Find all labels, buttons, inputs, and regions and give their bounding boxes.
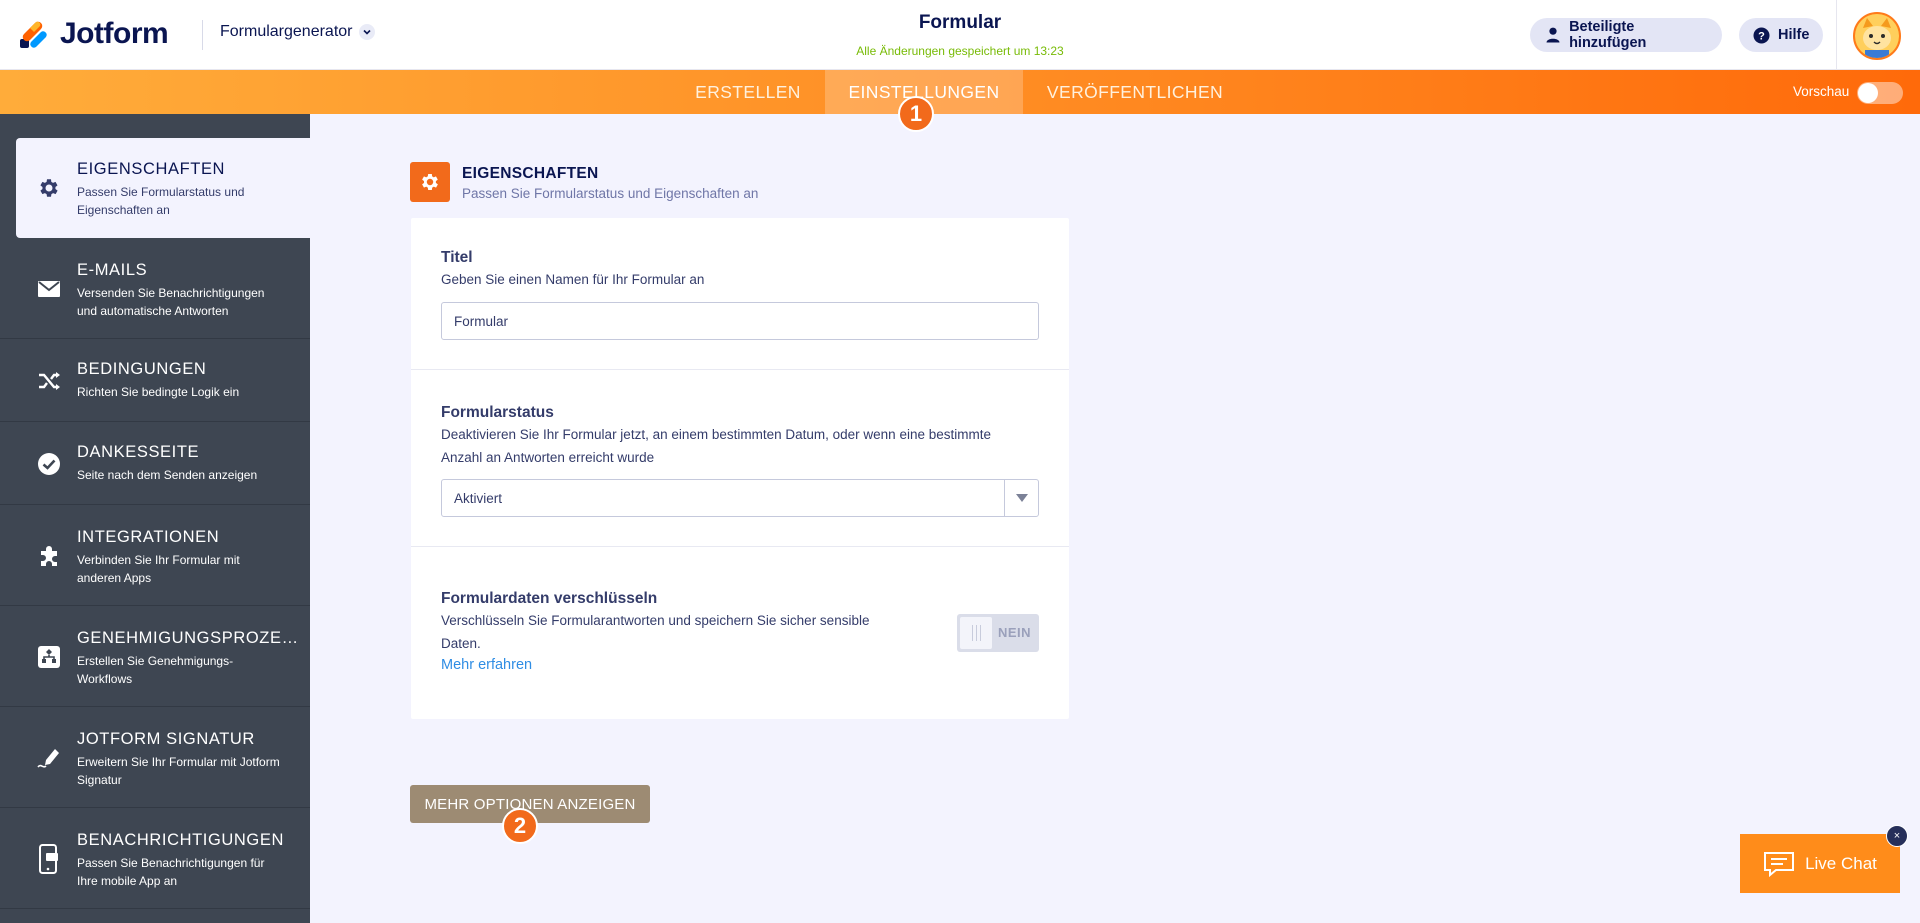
sidebar-item-title: INTEGRATIONEN [77, 528, 220, 546]
form-status-select[interactable]: Aktiviert [441, 479, 1039, 517]
sidebar-item-desc: Erstellen Sie Genehmigungs-Workflows [77, 654, 234, 686]
section-title: EIGENSCHAFTEN [462, 165, 599, 182]
settings-card: Titel Geben Sie einen Namen für Ihr Form… [411, 218, 1069, 719]
annotation-badge-1: 1 [898, 96, 934, 132]
signature-pen-icon [36, 745, 62, 771]
sidebar-item-thank-you[interactable]: DANKESSEITE Seite nach dem Senden anzeig… [0, 423, 310, 505]
add-collaborators-button[interactable]: Beteiligte hinzufügen [1530, 18, 1722, 52]
avatar-divider [1836, 0, 1837, 70]
form-status-value: Aktiviert [454, 491, 503, 506]
puzzle-icon [36, 543, 62, 569]
user-icon [1544, 26, 1561, 44]
encrypt-toggle[interactable]: NEIN [957, 614, 1039, 652]
sidebar-item-desc: Erweitern Sie Ihr Formular mit Jotform S… [77, 755, 280, 787]
svg-text:?: ? [1758, 30, 1765, 42]
workflow-icon [36, 644, 62, 670]
settings-sidebar: EIGENSCHAFTEN Passen Sie Formularstatus … [0, 114, 310, 923]
question-circle-icon: ? [1753, 26, 1770, 44]
live-chat-button[interactable]: Live Chat [1740, 834, 1900, 893]
sidebar-item-title: BEDINGUNGEN [77, 360, 207, 378]
help-button[interactable]: ? Hilfe [1739, 18, 1823, 52]
sidebar-item-title: DANKESSEITE [77, 443, 200, 461]
status-setting-row: Formularstatus Deaktivieren Sie Ihr Form… [411, 370, 1069, 547]
gear-icon [36, 175, 62, 201]
toggle-grip [960, 617, 992, 649]
preview-toggle-knob [1858, 83, 1878, 103]
section-gear-icon [410, 162, 450, 202]
preview-label: Vorschau [1793, 84, 1850, 99]
sidebar-item-desc: Seite nach dem Senden anzeigen [77, 468, 258, 482]
sidebar-item-notifications[interactable]: BENACHRICHTIGUNGEN Passen Sie Benachrich… [0, 809, 310, 909]
title-field-desc: Geben Sie einen Namen für Ihr Formular a… [441, 272, 705, 287]
product-switcher[interactable]: Formulargenerator [220, 23, 375, 41]
title-field-label: Titel [441, 249, 473, 266]
mobile-notification-icon [36, 844, 62, 874]
chevron-down-icon [358, 24, 375, 40]
status-field-desc: Deaktivieren Sie Ihr Formular jetzt, an … [441, 427, 991, 465]
close-icon[interactable]: × [1886, 825, 1908, 847]
preview-toggle[interactable] [1857, 82, 1903, 104]
logo-text: Jotform [60, 17, 169, 50]
sidebar-item-title: BENACHRICHTIGUNGEN [77, 831, 284, 849]
caret-down-icon [1004, 480, 1038, 516]
sidebar-item-desc: Verbinden Sie Ihr Formular mit anderen A… [77, 553, 240, 585]
avatar[interactable] [1853, 12, 1901, 60]
sidebar-item-properties[interactable]: EIGENSCHAFTEN Passen Sie Formularstatus … [16, 138, 310, 238]
jotform-logo-icon [18, 17, 50, 51]
sidebar-item-desc: Passen Sie Formularstatus und Eigenschaf… [77, 185, 245, 217]
shuffle-icon [36, 368, 62, 394]
encrypt-toggle-label: NEIN [998, 625, 1032, 640]
annotation-badge-2: 2 [502, 808, 538, 844]
tab-publish[interactable]: VERÖFFENTLICHEN [1030, 70, 1240, 114]
sidebar-item-desc: Richten Sie bedingte Logik ein [77, 385, 240, 399]
sidebar-item-title: JOTFORM SIGNATUR [77, 730, 255, 748]
sidebar-item-title: E-MAILS [77, 261, 148, 279]
status-field-label: Formularstatus [441, 404, 554, 421]
sidebar-item-integrations[interactable]: INTEGRATIONEN Verbinden Sie Ihr Formular… [0, 506, 310, 606]
product-name: Formulargenerator [220, 23, 353, 40]
form-title-input[interactable] [441, 302, 1039, 340]
help-label: Hilfe [1778, 27, 1810, 43]
add-collaborators-label: Beteiligte hinzufügen [1569, 19, 1647, 51]
title-setting-row: Titel Geben Sie einen Namen für Ihr Form… [411, 218, 1069, 370]
check-circle-icon [36, 451, 62, 477]
sidebar-item-emails[interactable]: E-MAILS Versenden Sie Benachrichtigungen… [0, 239, 310, 339]
live-chat-label: Live Chat [1805, 853, 1877, 873]
sidebar-item-conditions[interactable]: BEDINGUNGEN Richten Sie bedingte Logik e… [0, 340, 310, 422]
sidebar-item-title: EIGENSCHAFTEN [77, 160, 226, 178]
chat-bubble-icon [1763, 851, 1795, 877]
sidebar-item-approvals[interactable]: GENEHMIGUNGSPROZESSE Erstellen Sie Geneh… [0, 607, 310, 707]
header-divider [202, 20, 203, 50]
sidebar-item-desc: Versenden Sie Benachrichtigungen und aut… [77, 286, 265, 318]
envelope-icon [36, 276, 62, 302]
encrypt-field-desc: Verschlüsseln Sie Formularantworten und … [441, 613, 870, 651]
encrypt-field-label: Formulardaten verschlüsseln [441, 590, 658, 607]
top-header: Jotform Formulargenerator Formular Alle … [0, 0, 1920, 70]
sidebar-item-jotform-sign[interactable]: JOTFORM SIGNATUR Erweitern Sie Ihr Formu… [0, 708, 310, 808]
sidebar-item-title: GENEHMIGUNGSPROZESSE [77, 629, 302, 647]
encrypt-setting-row: Formulardaten verschlüsseln Verschlüssel… [411, 547, 1069, 719]
sidebar-item-desc: Passen Sie Benachrichtigungen für Ihre m… [77, 856, 265, 888]
jotform-logo[interactable]: Jotform [18, 14, 169, 54]
learn-more-link[interactable]: Mehr erfahren [441, 657, 532, 673]
tab-create[interactable]: ERSTELLEN [683, 70, 813, 114]
cat-avatar-icon [1855, 14, 1899, 58]
builder-nav-bar: ERSTELLEN EINSTELLUNGEN VERÖFFENTLICHEN … [0, 70, 1920, 114]
section-description: Passen Sie Formularstatus und Eigenschaf… [462, 186, 759, 201]
